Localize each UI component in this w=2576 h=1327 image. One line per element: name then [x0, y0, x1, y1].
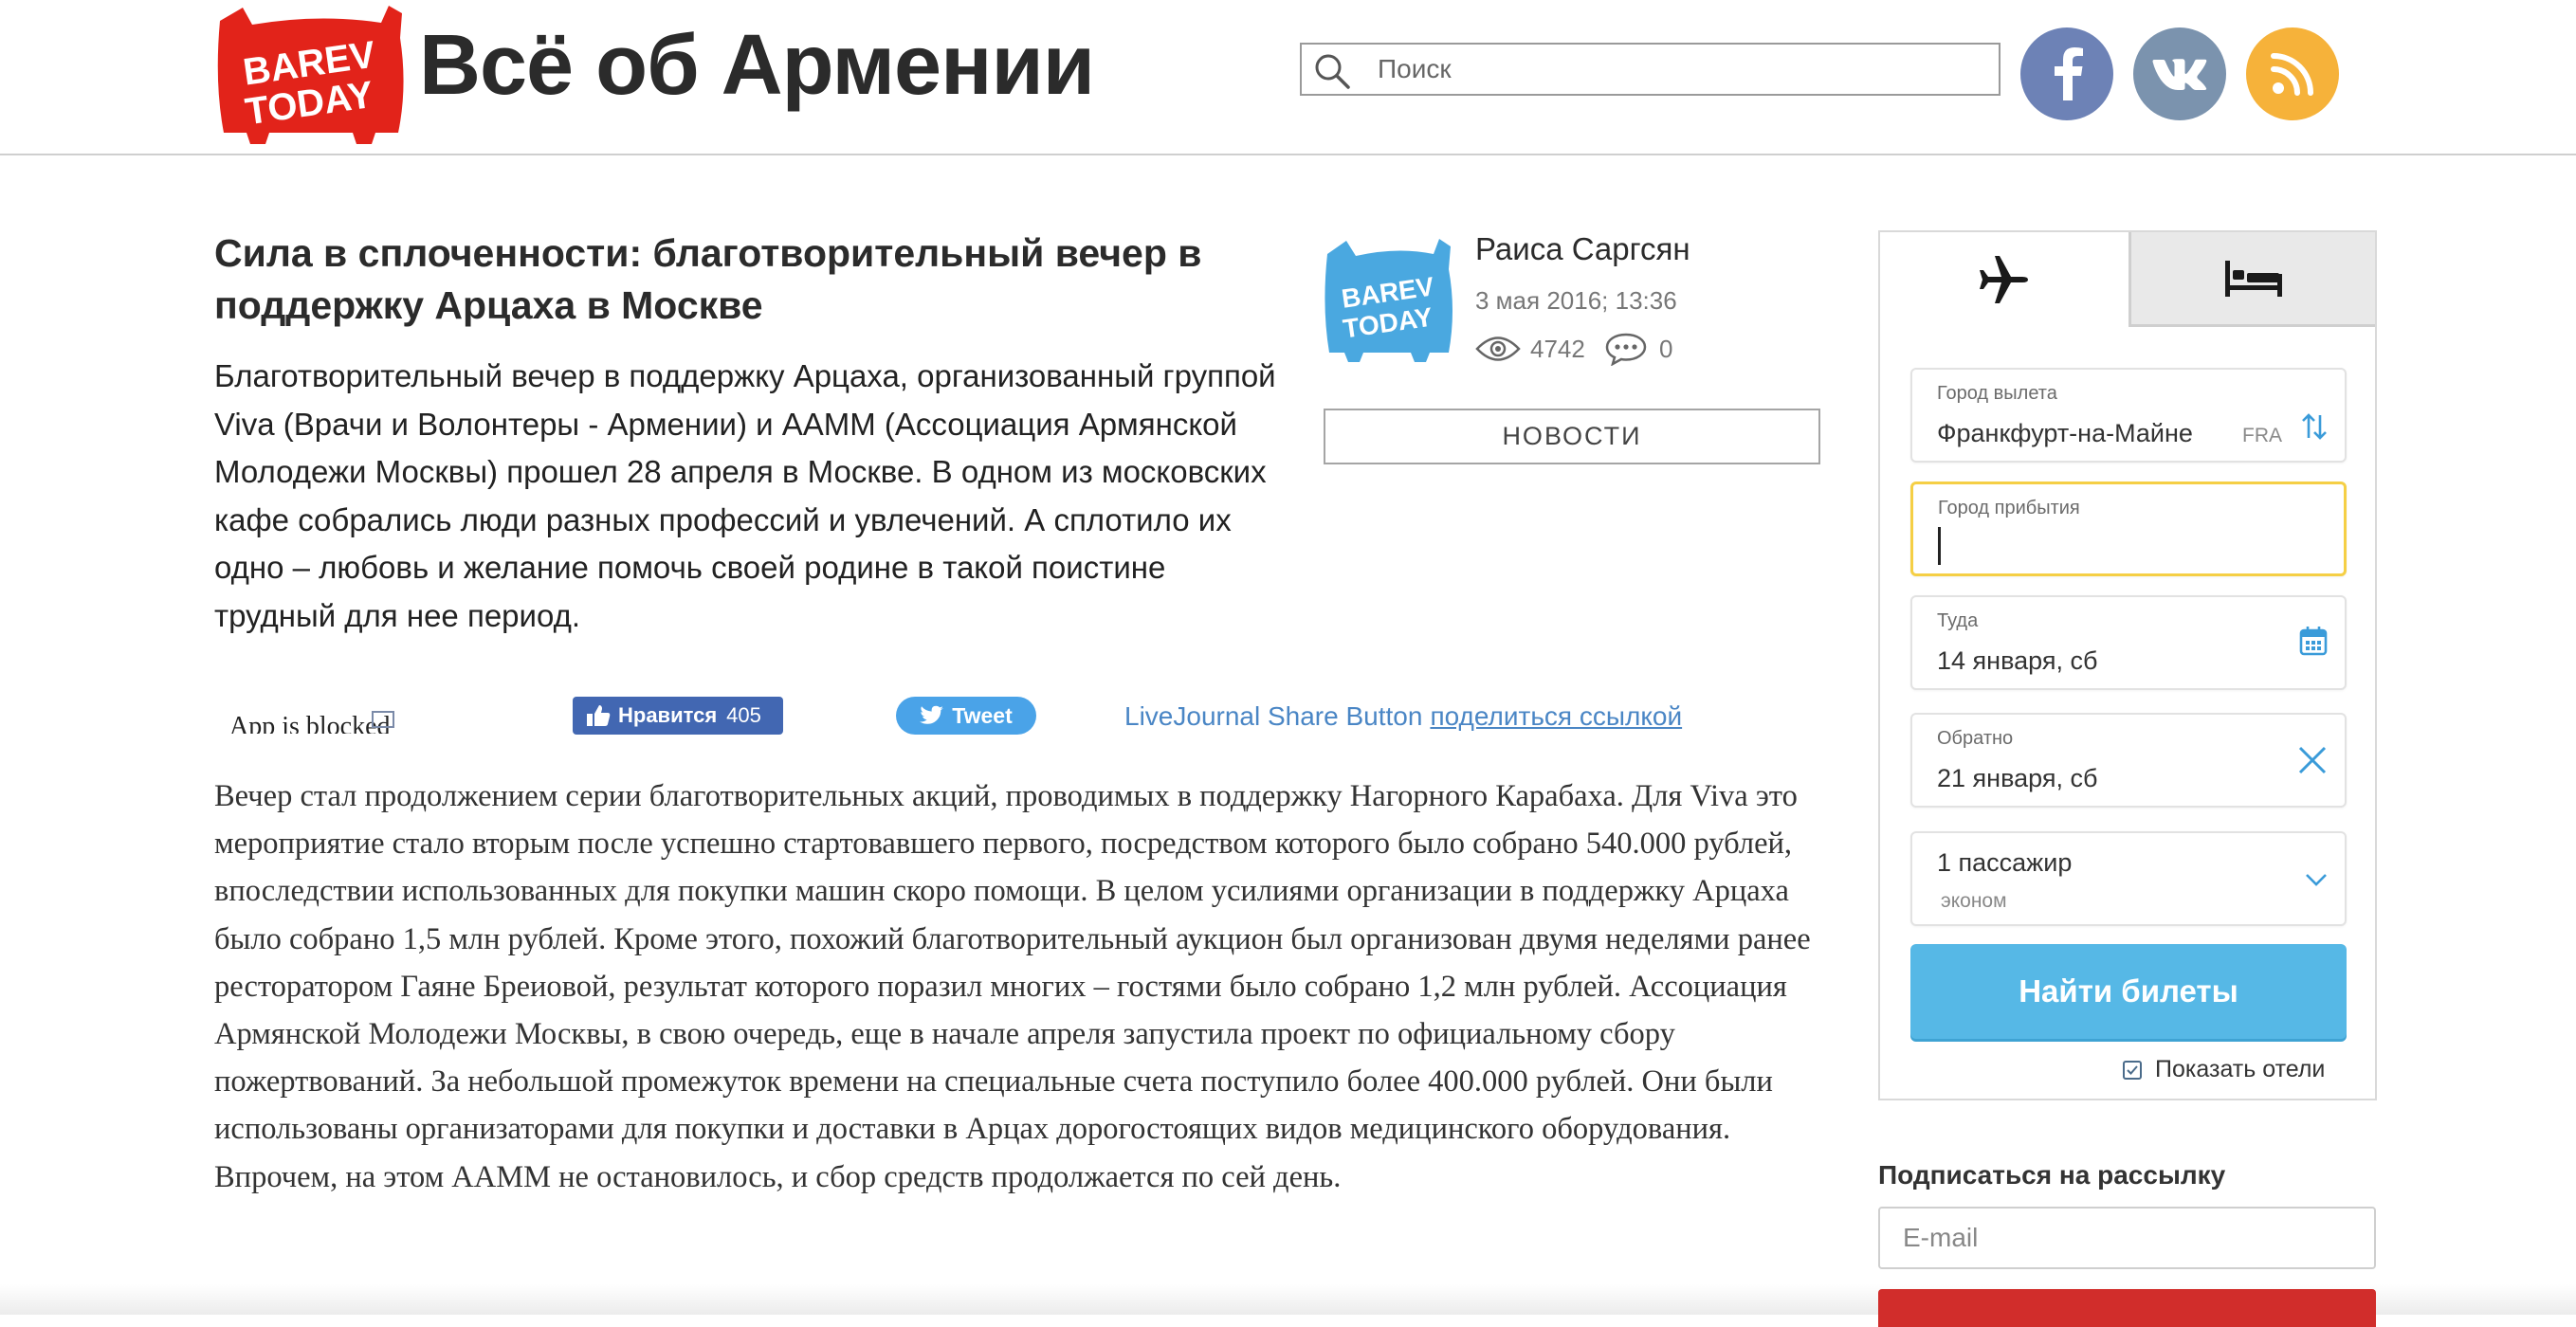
origin-iata: FRA — [2242, 425, 2282, 446]
chevron-down-icon[interactable] — [2305, 873, 2328, 886]
broken-image-icon — [372, 711, 394, 728]
category-button[interactable]: НОВОСТИ — [1324, 409, 1820, 464]
newsletter-title: Подписаться на рассылку — [1878, 1160, 2226, 1190]
author-avatar[interactable]: BAREV TODAY — [1322, 231, 1456, 362]
subscribe-button[interactable] — [1878, 1289, 2376, 1327]
site-title[interactable]: Всё об Армении — [419, 17, 1095, 115]
return-date-field[interactable]: Обратно 21 января, сб — [1910, 713, 2347, 808]
comment-icon — [1605, 333, 1647, 366]
tab-hotels[interactable] — [2128, 232, 2375, 327]
tweet-button[interactable]: Tweet — [896, 697, 1036, 735]
origin-field[interactable]: Город вылета Франкфурт-на-Майне FRA — [1910, 368, 2347, 463]
thumbs-up-icon — [587, 705, 611, 726]
return-label: Обратно — [1937, 728, 2014, 749]
rss-icon[interactable] — [2246, 27, 2339, 120]
origin-value[interactable]: Франкфурт-на-Майне — [1937, 419, 2193, 448]
facebook-icon[interactable] — [2020, 27, 2113, 120]
email-field[interactable] — [1878, 1207, 2376, 1269]
tweet-label: Tweet — [952, 702, 1013, 728]
fb-like-button[interactable]: Нравится 405 — [573, 697, 783, 735]
clear-icon[interactable] — [2297, 745, 2328, 775]
site-header: BAREV TODAY Всё об Армении — [0, 0, 2576, 155]
author-name[interactable]: Раиса Саргсян — [1475, 231, 1690, 267]
cabin-class: эконом — [1941, 890, 2007, 912]
swap-icon[interactable] — [2301, 411, 2328, 442]
calendar-icon[interactable] — [2299, 626, 2328, 656]
publish-date: 3 мая 2016; 13:36 — [1475, 286, 1677, 315]
share-row: App is blocked Нравится 405 Tweet LiveJo… — [214, 692, 1826, 749]
comments-count: 0 — [1659, 334, 1673, 363]
livejournal-share[interactable]: LiveJournal Share Button поделиться ссылк… — [1124, 701, 1682, 732]
eye-icon — [1475, 336, 1521, 361]
fb-like-label: Нравится — [618, 703, 718, 727]
passengers-field[interactable]: 1 пассажир эконом — [1910, 831, 2347, 926]
article-lead: Благотворительный вечер в поддержку Арца… — [214, 358, 1276, 633]
passengers-value[interactable]: 1 пассажир — [1937, 848, 2072, 878]
origin-label: Город вылета — [1937, 383, 2057, 404]
article-body: Вечер стал продолжением серии благотвори… — [214, 779, 1811, 1194]
show-hotels-checkbox[interactable]: Показать отели — [2123, 1056, 2325, 1083]
article-title: Сила в сплоченности: благотворительный в… — [214, 231, 1202, 327]
checkbox-icon[interactable] — [2123, 1060, 2142, 1080]
blocked-widget: App is blocked — [229, 709, 457, 734]
views-count: 4742 — [1530, 334, 1585, 363]
flight-search-widget: Город вылета Франкфурт-на-Майне FRA Горо… — [1878, 230, 2377, 1100]
text-cursor — [1938, 527, 1941, 565]
depart-date-field[interactable]: Туда 14 января, сб — [1910, 595, 2347, 690]
app-blocked-text: App is blocked — [229, 712, 391, 734]
depart-value[interactable]: 14 января, сб — [1937, 646, 2097, 676]
twitter-bird-icon — [920, 705, 944, 724]
plane-icon — [1980, 256, 2028, 303]
lj-share-image-alt[interactable]: LiveJournal Share Button — [1124, 701, 1422, 731]
depart-label: Туда — [1937, 610, 1979, 631]
show-hotels-label: Показать отели — [2155, 1056, 2326, 1082]
return-value[interactable]: 21 января, сб — [1937, 764, 2097, 793]
vk-icon[interactable] — [2133, 27, 2226, 120]
destination-field[interactable]: Город прибытия — [1910, 482, 2347, 576]
search-box[interactable] — [1300, 43, 2001, 96]
find-tickets-button[interactable]: Найти билеты — [1910, 944, 2347, 1039]
views-counter: 4742 — [1475, 330, 1585, 368]
fb-like-count: 405 — [726, 703, 761, 727]
tab-flights[interactable] — [1880, 232, 2128, 327]
search-icon[interactable] — [1313, 52, 1351, 90]
bed-icon — [2224, 260, 2282, 297]
search-input[interactable] — [1378, 45, 1984, 94]
destination-label: Город прибытия — [1938, 498, 2080, 518]
site-logo[interactable]: BAREV TODAY — [214, 0, 408, 144]
comments-counter[interactable]: 0 — [1604, 330, 1672, 368]
lj-share-link[interactable]: поделиться ссылкой — [1430, 701, 1682, 731]
